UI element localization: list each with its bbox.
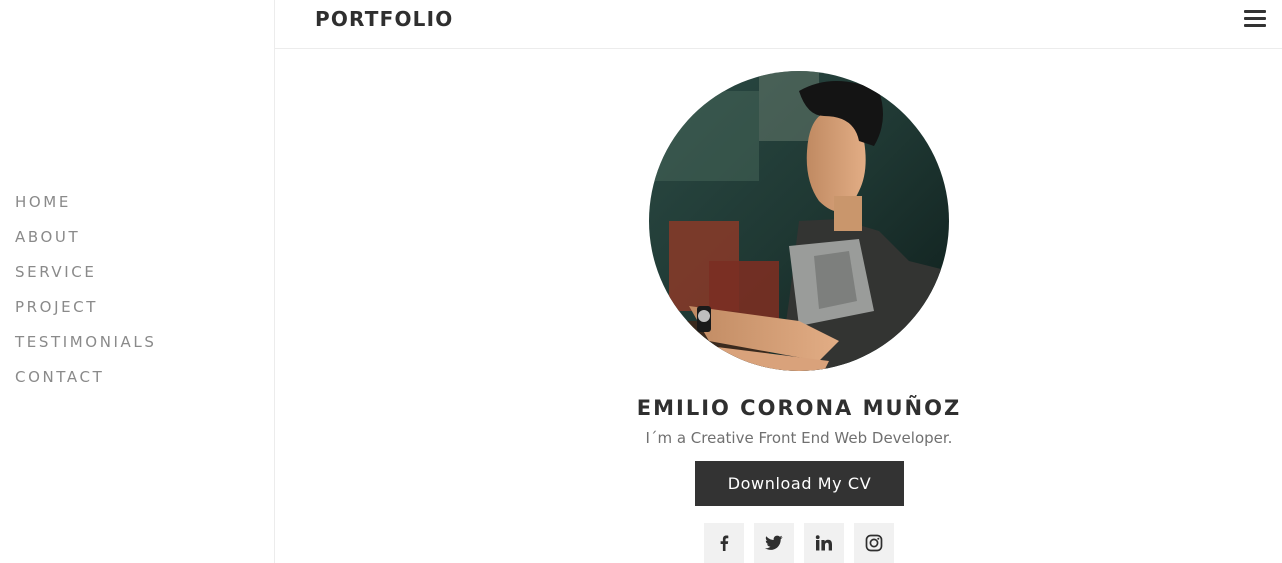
sidebar-item-label[interactable]: PROJECT: [15, 297, 156, 317]
top-bar: PORTFOLIO: [275, 0, 1282, 49]
sidebar-item-label[interactable]: TESTIMONIALS: [15, 332, 156, 352]
sidebar-item-contact[interactable]: CONTACT: [15, 367, 156, 402]
facebook-icon: [720, 535, 729, 551]
profile-section: EMILIO CORONA MUÑOZ I´m a Creative Front…: [275, 49, 1282, 563]
sidebar-item-label[interactable]: ABOUT: [15, 227, 156, 247]
hamburger-menu-icon[interactable]: [1244, 10, 1266, 28]
sidebar-item-label[interactable]: CONTACT: [15, 367, 156, 387]
sidebar-nav: HOME ABOUT SERVICE PROJECT TESTIMONIALS …: [15, 192, 156, 402]
download-cv-button[interactable]: Download My CV: [695, 461, 904, 506]
instagram-icon: [865, 534, 883, 552]
profile-tagline: I´m a Creative Front End Web Developer.: [645, 429, 953, 447]
brand-title[interactable]: PORTFOLIO: [315, 7, 453, 31]
sidebar-item-label[interactable]: SERVICE: [15, 262, 156, 282]
twitter-link[interactable]: [754, 523, 794, 563]
instagram-link[interactable]: [854, 523, 894, 563]
profile-name: EMILIO CORONA MUÑOZ: [636, 396, 962, 420]
sidebar-item-label[interactable]: HOME: [15, 192, 156, 212]
sidebar-item-project[interactable]: PROJECT: [15, 297, 156, 332]
profile-photo-illustration: [649, 71, 949, 371]
sidebar: HOME ABOUT SERVICE PROJECT TESTIMONIALS …: [0, 0, 275, 563]
linkedin-icon: [815, 535, 832, 551]
profile-photo: [649, 71, 949, 371]
twitter-icon: [765, 535, 783, 550]
facebook-link[interactable]: [704, 523, 744, 563]
sidebar-item-about[interactable]: ABOUT: [15, 227, 156, 262]
sidebar-item-service[interactable]: SERVICE: [15, 262, 156, 297]
sidebar-item-testimonials[interactable]: TESTIMONIALS: [15, 332, 156, 367]
linkedin-link[interactable]: [804, 523, 844, 563]
social-links: [704, 523, 894, 563]
sidebar-item-home[interactable]: HOME: [15, 192, 156, 227]
